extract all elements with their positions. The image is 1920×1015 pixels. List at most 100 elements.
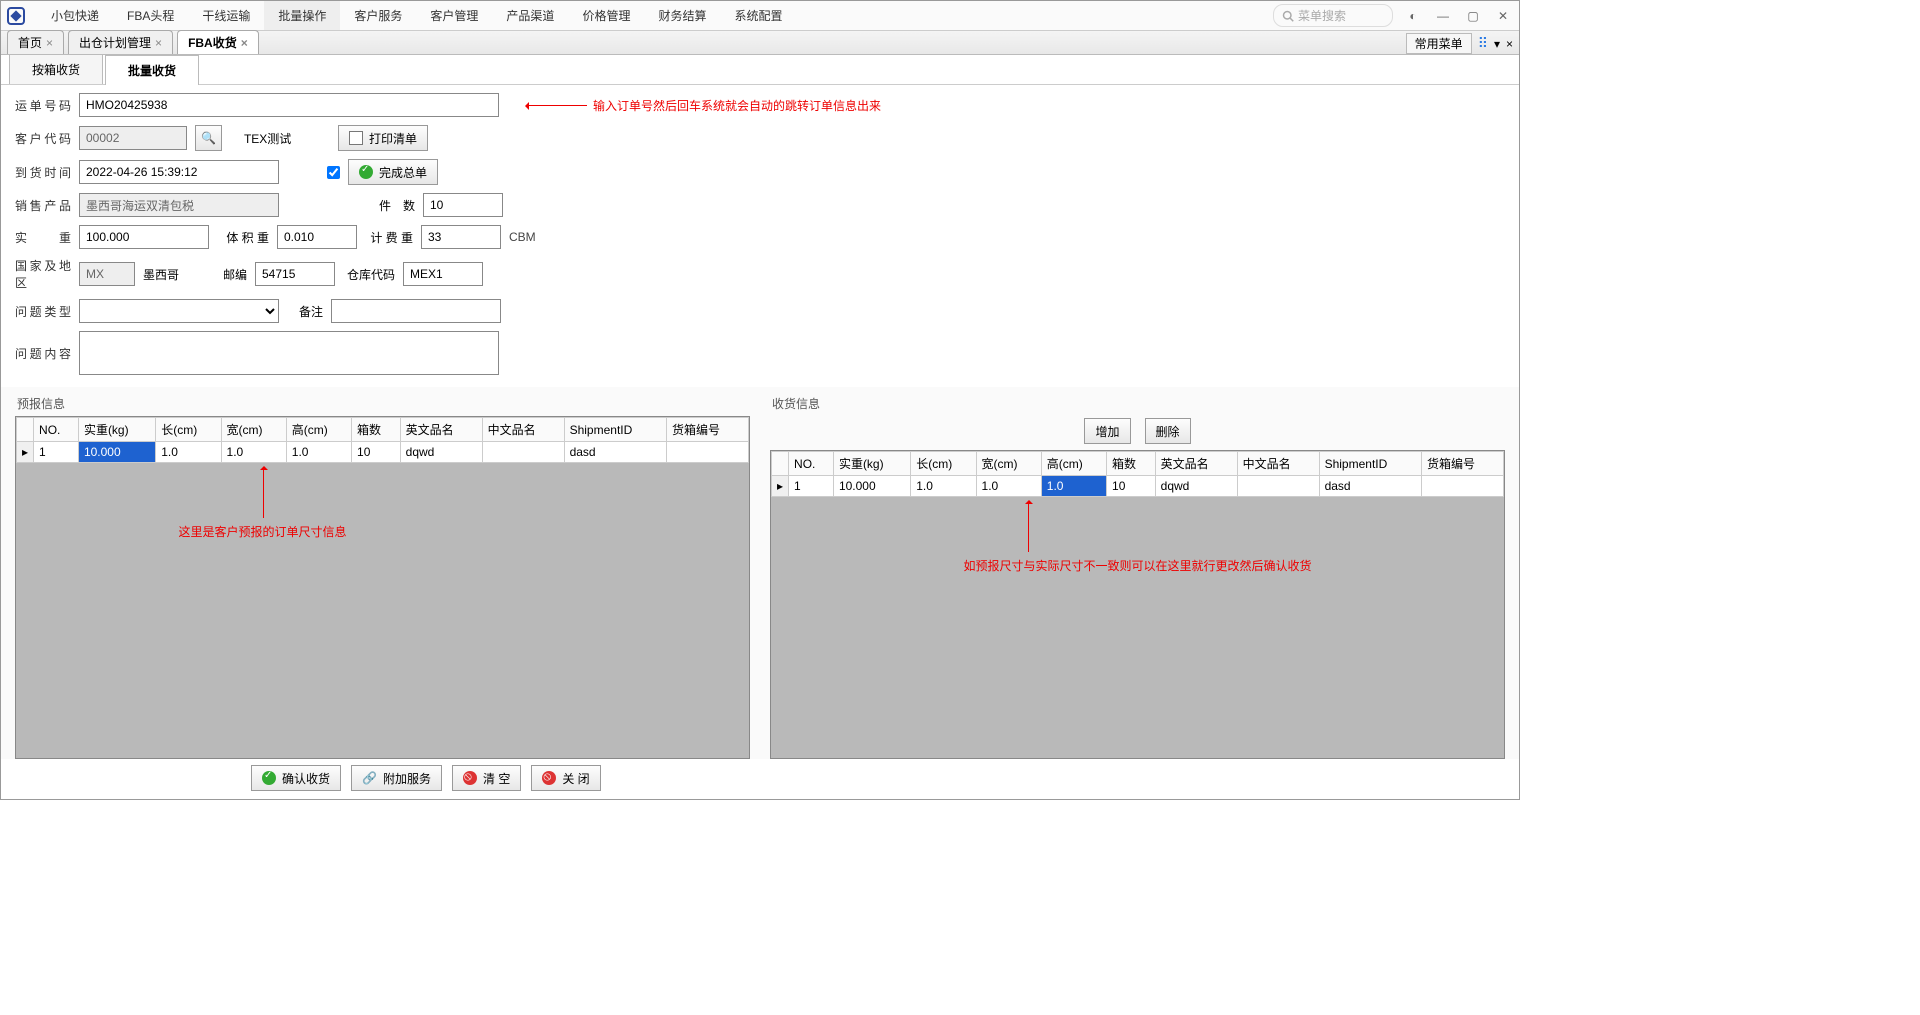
menu-item[interactable]: 产品渠道	[492, 1, 568, 30]
cell[interactable]	[482, 442, 564, 463]
add-button[interactable]: 增加	[1084, 418, 1130, 444]
menu-item[interactable]: 批量操作	[264, 1, 340, 30]
maximize-button[interactable]: ▢	[1463, 9, 1483, 23]
subtab-batch[interactable]: 批量收货	[105, 55, 199, 85]
close-icon[interactable]: ×	[46, 36, 53, 50]
pieces-input[interactable]	[423, 193, 503, 217]
cbm-label: CBM	[509, 230, 536, 244]
col-en[interactable]: 英文品名	[400, 418, 482, 442]
weight-input[interactable]	[79, 225, 209, 249]
menu-item[interactable]: 客户管理	[416, 1, 492, 30]
col-cn[interactable]: 中文品名	[482, 418, 564, 442]
cell[interactable]: 1.0	[221, 442, 286, 463]
menu-item[interactable]: FBA头程	[113, 1, 188, 30]
cell[interactable]	[1237, 476, 1319, 497]
cell-selected[interactable]: 1.0	[1041, 476, 1106, 497]
col-shipment[interactable]: ShipmentID	[1319, 452, 1421, 476]
cell[interactable]: 1.0	[911, 476, 976, 497]
col-no[interactable]: NO.	[789, 452, 834, 476]
menu-item[interactable]: 客户服务	[340, 1, 416, 30]
billweight-input[interactable]	[421, 225, 501, 249]
arrow-up-icon	[263, 468, 264, 518]
cell-selected[interactable]: 10.000	[78, 442, 155, 463]
search-icon	[1282, 10, 1294, 22]
col-length[interactable]: 长(cm)	[911, 452, 976, 476]
clear-button[interactable]: 清 空	[452, 765, 521, 791]
cell[interactable]: dqwd	[1155, 476, 1237, 497]
delete-button[interactable]: 删除	[1145, 418, 1191, 444]
post-input[interactable]	[255, 262, 335, 286]
waybill-label: 运单号码	[15, 97, 71, 114]
close-icon[interactable]: ×	[155, 36, 162, 50]
table-row[interactable]: ▸ 1 10.000 1.0 1.0 1.0 10 dqwd dasd	[17, 442, 749, 463]
issue-content-input[interactable]	[79, 331, 499, 375]
cell[interactable]: 10	[1107, 476, 1156, 497]
col-width[interactable]: 宽(cm)	[221, 418, 286, 442]
menu-search-input[interactable]: 菜单搜索	[1273, 4, 1393, 27]
col-en[interactable]: 英文品名	[1155, 452, 1237, 476]
col-height[interactable]: 高(cm)	[1041, 452, 1106, 476]
col-weight[interactable]: 实重(kg)	[78, 418, 155, 442]
menu-item[interactable]: 财务结算	[644, 1, 720, 30]
table-row[interactable]: ▸ 1 10.000 1.0 1.0 1.0 10 dqwd dasd	[772, 476, 1504, 497]
issue-type-select[interactable]	[79, 299, 279, 323]
menu-item[interactable]: 系统配置	[720, 1, 796, 30]
cell[interactable]: 1	[34, 442, 79, 463]
close-button[interactable]: 关 闭	[531, 765, 600, 791]
doc-tab[interactable]: 出仓计划管理×	[68, 30, 173, 54]
close-all-icon[interactable]: ×	[1506, 37, 1513, 51]
volweight-input[interactable]	[277, 225, 357, 249]
cell[interactable]: 10.000	[833, 476, 910, 497]
complete-button[interactable]: 完成总单	[348, 159, 438, 185]
cell[interactable]: 1.0	[156, 442, 221, 463]
menu-item[interactable]: 价格管理	[568, 1, 644, 30]
minimize-button[interactable]: —	[1433, 9, 1453, 23]
extra-service-button[interactable]: 🔗附加服务	[351, 765, 442, 791]
col-weight[interactable]: 实重(kg)	[833, 452, 910, 476]
col-cargo[interactable]: 货箱编号	[666, 418, 748, 442]
menu-item[interactable]: 小包快递	[37, 1, 113, 30]
remark-input[interactable]	[331, 299, 501, 323]
col-cargo[interactable]: 货箱编号	[1421, 452, 1503, 476]
cell[interactable]: 1.0	[286, 442, 351, 463]
col-length[interactable]: 长(cm)	[156, 418, 221, 442]
common-menu-button[interactable]: 常用菜单	[1406, 33, 1472, 54]
billweight-label: 计 费 重	[365, 229, 413, 246]
panels: 预报信息 NO. 实重(kg) 长(cm) 宽(cm) 高(cm) 箱数 英文品…	[1, 387, 1519, 759]
close-icon[interactable]: ×	[241, 36, 248, 50]
warehouse-input[interactable]	[403, 262, 483, 286]
close-button[interactable]: ✕	[1493, 9, 1513, 23]
dropdown-icon[interactable]: ▾	[1494, 37, 1500, 51]
menu-item[interactable]: 干线运输	[188, 1, 264, 30]
issue-type-label: 问题类型	[15, 303, 71, 320]
cell[interactable]: 1	[789, 476, 834, 497]
app-logo-icon	[7, 7, 25, 25]
grid-icon[interactable]: ⠿	[1478, 35, 1488, 52]
col-cn[interactable]: 中文品名	[1237, 452, 1319, 476]
cell[interactable]: 10	[352, 442, 401, 463]
subtab-box[interactable]: 按箱收货	[9, 54, 103, 84]
col-height[interactable]: 高(cm)	[286, 418, 351, 442]
cell[interactable]: 1.0	[976, 476, 1041, 497]
cell[interactable]: dasd	[564, 442, 666, 463]
col-box[interactable]: 箱数	[352, 418, 401, 442]
cell[interactable]: dqwd	[400, 442, 482, 463]
complete-checkbox[interactable]	[327, 166, 340, 179]
cell[interactable]	[666, 442, 748, 463]
arrive-time-input[interactable]	[79, 160, 279, 184]
post-label: 邮编	[211, 266, 247, 283]
forbid-icon	[463, 771, 477, 785]
col-no[interactable]: NO.	[34, 418, 79, 442]
print-button[interactable]: 打印清单	[338, 125, 428, 151]
doc-tab[interactable]: FBA收货×	[177, 30, 259, 54]
waybill-input[interactable]	[79, 93, 499, 117]
cell[interactable]	[1421, 476, 1503, 497]
lookup-button[interactable]: 🔍	[195, 125, 222, 151]
confirm-button[interactable]: 确认收货	[251, 765, 341, 791]
help-icon[interactable]: ◐	[1403, 9, 1423, 23]
cell[interactable]: dasd	[1319, 476, 1421, 497]
doc-tab[interactable]: 首页×	[7, 30, 64, 54]
col-shipment[interactable]: ShipmentID	[564, 418, 666, 442]
col-box[interactable]: 箱数	[1107, 452, 1156, 476]
col-width[interactable]: 宽(cm)	[976, 452, 1041, 476]
